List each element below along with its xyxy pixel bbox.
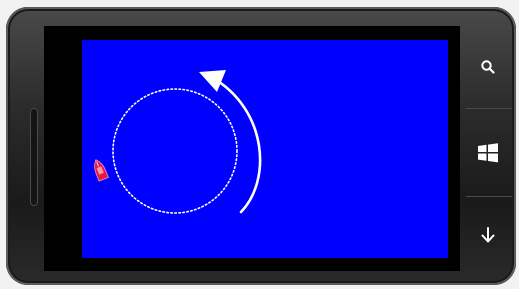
game-canvas[interactable]: [82, 40, 448, 258]
player-boat[interactable]: [91, 158, 109, 182]
search-button[interactable]: [464, 24, 512, 110]
hardware-button-bar: [464, 14, 512, 280]
back-button[interactable]: [464, 192, 512, 278]
back-arrow-icon: [481, 227, 495, 243]
start-button[interactable]: [464, 110, 512, 196]
game-screen[interactable]: [82, 40, 448, 258]
windows-start-icon: [478, 143, 498, 163]
speaker-grille: [30, 108, 38, 206]
guide-circle: [112, 88, 238, 214]
direction-arrow-icon: [199, 70, 262, 214]
search-icon: [481, 60, 495, 74]
button-divider: [466, 108, 512, 109]
